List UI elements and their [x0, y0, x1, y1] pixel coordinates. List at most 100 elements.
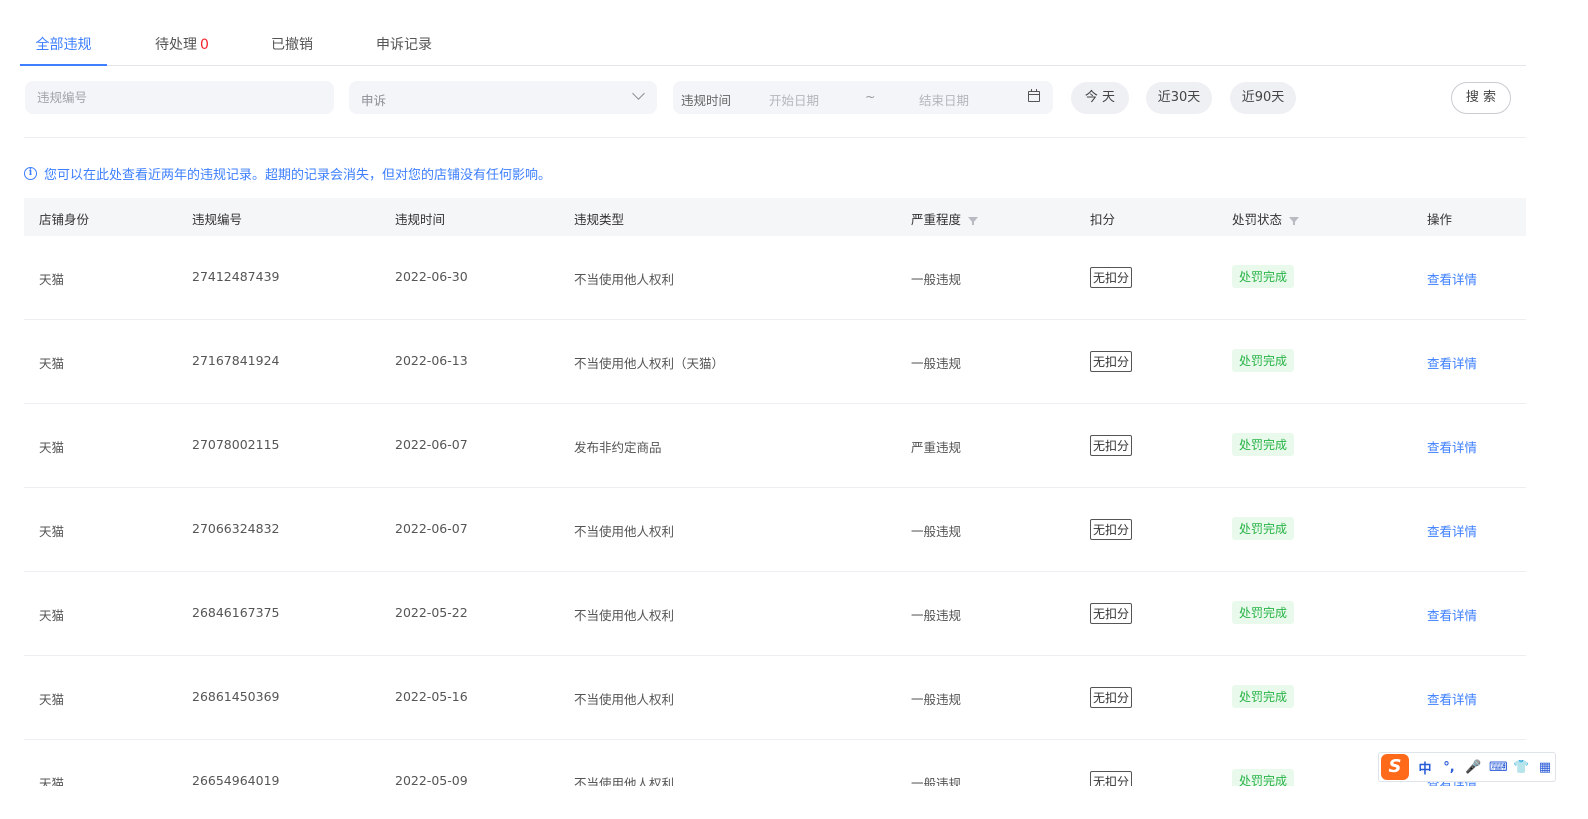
- punctuation-icon[interactable]: °,: [1441, 760, 1457, 775]
- tab-pending[interactable]: 待处理 0: [155, 34, 209, 66]
- tab-appeal-records[interactable]: 申诉记录: [376, 34, 432, 66]
- view-details-link[interactable]: 查看详情: [1427, 605, 1477, 624]
- start-date-input[interactable]: 开始日期: [769, 90, 819, 109]
- notice-text: 您可以在此处查看近两年的违规记录。超期的记录会消失，但对您的店铺没有任何影响。: [44, 168, 552, 183]
- header-label: 违规类型: [574, 212, 625, 227]
- cell-severity: 一般违规: [911, 608, 962, 623]
- points-badge: 无扣分: [1090, 267, 1133, 288]
- cell-date: 2022-06-07: [395, 521, 468, 536]
- header-points: 扣分: [1090, 209, 1115, 228]
- header-label: 店铺身份: [39, 212, 90, 227]
- status-badge: 处罚完成: [1232, 601, 1295, 624]
- keyboard-icon[interactable]: ⌨: [1489, 760, 1508, 775]
- status-badge: 处罚完成: [1232, 265, 1295, 288]
- search-button[interactable]: 搜 索: [1451, 82, 1511, 114]
- status-badge: 处罚完成: [1232, 433, 1295, 456]
- view-details-link[interactable]: 查看详情: [1427, 353, 1477, 372]
- toolbox-icon[interactable]: ▦: [1537, 760, 1553, 775]
- cell-type: 不当使用他人权利: [574, 524, 675, 539]
- cell-date: 2022-06-30: [395, 269, 468, 284]
- view-details-link[interactable]: 查看详情: [1427, 689, 1477, 708]
- tab-bar: 全部违规 待处理 0 已撤销 申诉记录: [20, 22, 1526, 66]
- calendar-icon[interactable]: [1028, 89, 1040, 102]
- table-row: 天猫 27167841924 2022-06-13 不当使用他人权利（天猫） 一…: [24, 320, 1526, 404]
- header-violation-time: 违规时间: [395, 209, 445, 228]
- cell-violation-id: 27167841924: [192, 353, 280, 368]
- info-notice: i 您可以在此处查看近两年的违规记录。超期的记录会消失，但对您的店铺没有任何影响…: [24, 164, 551, 183]
- points-badge: 无扣分: [1090, 603, 1133, 624]
- last-30-days-button[interactable]: 近30天: [1146, 82, 1212, 114]
- tab-revoked[interactable]: 已撤销: [271, 34, 313, 66]
- cell-date: 2022-05-09: [395, 773, 468, 786]
- points-badge: 无扣分: [1090, 351, 1133, 372]
- view-details-link[interactable]: 查看详情: [1427, 521, 1477, 540]
- cell-severity: 一般违规: [911, 524, 962, 539]
- table-body: 天猫 27412487439 2022-06-30 不当使用他人权利 一般违规 …: [24, 236, 1526, 786]
- cell-severity: 严重违规: [911, 440, 962, 455]
- date-range-label: 违规时间: [681, 93, 732, 108]
- header-severity: 严重程度: [911, 209, 979, 228]
- tab-all-violations[interactable]: 全部违规: [20, 34, 107, 66]
- table-row: 天猫 26846167375 2022-05-22 不当使用他人权利 一般违规 …: [24, 572, 1526, 656]
- cell-date: 2022-06-07: [395, 437, 468, 452]
- skin-icon[interactable]: 👕: [1513, 760, 1529, 775]
- table-row: 天猫 27078002115 2022-06-07 发布非约定商品 严重违规 无…: [24, 404, 1526, 488]
- cell-type: 不当使用他人权利: [574, 776, 675, 786]
- sogou-logo-icon[interactable]: S: [1381, 754, 1409, 780]
- cell-date: 2022-05-16: [395, 689, 468, 704]
- cell-type: 发布非约定商品: [574, 440, 662, 455]
- view-details-link[interactable]: 查看详情: [1427, 269, 1477, 288]
- cell-shop: 天猫: [39, 272, 65, 287]
- cell-severity: 一般违规: [911, 692, 962, 707]
- cell-violation-id: 26846167375: [192, 605, 280, 620]
- appeal-select[interactable]: 申诉: [349, 81, 657, 114]
- header-violation-id: 违规编号: [192, 209, 242, 228]
- points-badge: 无扣分: [1090, 771, 1133, 786]
- chevron-down-icon: [632, 87, 645, 100]
- violation-code-input[interactable]: [25, 81, 334, 114]
- cell-severity: 一般违规: [911, 356, 962, 371]
- pending-count: 0: [200, 37, 209, 53]
- today-button[interactable]: 今 天: [1071, 82, 1129, 114]
- cell-shop: 天猫: [39, 440, 65, 455]
- cell-shop: 天猫: [39, 692, 65, 707]
- table-row: 天猫 26861450369 2022-05-16 不当使用他人权利 一般违规 …: [24, 656, 1526, 740]
- cell-violation-id: 26861450369: [192, 689, 280, 704]
- violation-date-range: 违规时间 开始日期 ~ 结束日期: [673, 81, 1053, 114]
- cell-shop: 天猫: [39, 356, 65, 371]
- points-badge: 无扣分: [1090, 687, 1133, 708]
- cell-shop: 天猫: [39, 608, 65, 623]
- cell-date: 2022-05-22: [395, 605, 468, 620]
- cell-shop: 天猫: [39, 524, 65, 539]
- tab-label: 已撤销: [271, 37, 313, 53]
- microphone-icon[interactable]: 🎤: [1465, 760, 1481, 775]
- chinese-mode-icon[interactable]: 中: [1417, 758, 1433, 777]
- points-badge: 无扣分: [1090, 519, 1133, 540]
- table-row: 天猫 27066324832 2022-06-07 不当使用他人权利 一般违规 …: [24, 488, 1526, 572]
- filter-icon[interactable]: [1289, 216, 1300, 225]
- ime-toolbar: S 中 °, 🎤 ⌨ 👕 ▦: [1378, 752, 1556, 782]
- header-label: 违规时间: [395, 212, 446, 227]
- last-90-days-button[interactable]: 近90天: [1230, 82, 1296, 114]
- view-details-link[interactable]: 查看详情: [1427, 437, 1477, 456]
- info-icon: i: [24, 167, 37, 180]
- appeal-select-value: 申诉: [361, 93, 387, 108]
- tab-label: 申诉记录: [376, 37, 432, 53]
- status-badge: 处罚完成: [1232, 349, 1295, 372]
- cell-type: 不当使用他人权利（天猫）: [574, 356, 725, 371]
- end-date-input[interactable]: 结束日期: [919, 90, 969, 109]
- header-label: 处罚状态: [1232, 212, 1283, 227]
- filter-icon[interactable]: [968, 216, 979, 225]
- table-row: 天猫 27412487439 2022-06-30 不当使用他人权利 一般违规 …: [24, 236, 1526, 320]
- tab-label: 全部违规: [35, 37, 92, 53]
- cell-violation-id: 27066324832: [192, 521, 280, 536]
- cell-type: 不当使用他人权利: [574, 608, 675, 623]
- divider: [24, 137, 1526, 138]
- points-badge: 无扣分: [1090, 435, 1133, 456]
- cell-type: 不当使用他人权利: [574, 692, 675, 707]
- tab-label: 待处理: [155, 37, 197, 53]
- header-label: 违规编号: [192, 212, 243, 227]
- status-badge: 处罚完成: [1232, 685, 1295, 708]
- cell-shop: 天猫: [39, 776, 65, 786]
- header-label: 严重程度: [911, 212, 962, 227]
